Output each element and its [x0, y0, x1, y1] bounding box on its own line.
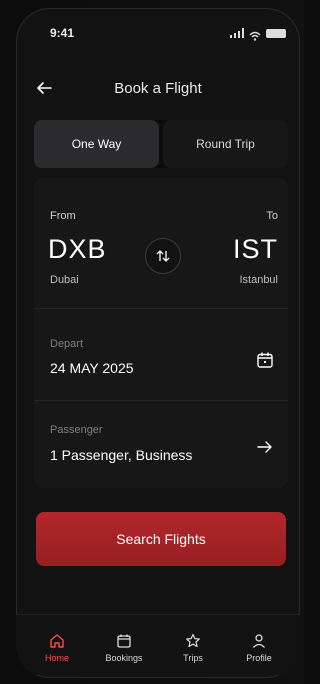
nav-trips-label: Trips	[183, 653, 203, 663]
user-icon	[251, 633, 267, 649]
trip-type-segmented-control: One Way Round Trip	[34, 120, 288, 168]
home-icon	[49, 633, 65, 649]
calendar-icon	[257, 352, 273, 368]
passenger-select-button[interactable]	[256, 438, 274, 456]
battery-icon	[266, 28, 286, 38]
signal-icon	[230, 28, 244, 38]
arrow-right-icon	[257, 441, 272, 453]
status-icons	[230, 28, 286, 41]
nav-trips[interactable]: Trips	[158, 633, 228, 663]
bottom-navigation: Home Bookings Trips Profile	[16, 614, 300, 675]
depart-label: Depart	[50, 338, 84, 350]
from-airport-code[interactable]: DXB	[48, 234, 107, 265]
depart-date[interactable]: 24 MAY 2025	[50, 360, 134, 376]
to-airport-code[interactable]: IST	[233, 234, 278, 265]
page-title: Book a Flight	[114, 80, 202, 97]
passenger-label: Passenger	[50, 424, 103, 436]
status-time: 9:41	[50, 26, 75, 40]
to-city: Istanbul	[239, 274, 278, 286]
wifi-icon	[249, 28, 261, 41]
to-label: To	[266, 210, 278, 222]
star-icon	[185, 633, 201, 649]
status-bar: 9:41	[16, 8, 300, 52]
calendar-button[interactable]	[256, 351, 274, 369]
from-label: From	[50, 210, 76, 222]
nav-bookings[interactable]: Bookings	[89, 633, 159, 663]
swap-icon	[156, 250, 170, 262]
booking-card: From To DXB IST Dubai Istanbul Depart 24…	[34, 178, 288, 488]
swap-airports-button[interactable]	[145, 238, 181, 274]
divider	[34, 308, 288, 309]
nav-profile[interactable]: Profile	[224, 633, 294, 663]
nav-home[interactable]: Home	[22, 633, 92, 663]
from-city: Dubai	[50, 274, 79, 286]
nav-bookings-label: Bookings	[105, 653, 143, 663]
passenger-value[interactable]: 1 Passenger, Business	[50, 447, 192, 463]
round-trip-tab[interactable]: Round Trip	[163, 120, 288, 168]
search-flights-button[interactable]: Search Flights	[36, 512, 286, 566]
app-header: Book a Flight	[16, 70, 300, 110]
nav-profile-label: Profile	[246, 653, 272, 663]
nav-home-label: Home	[44, 653, 69, 663]
device-background: 9:41 Book a Flight One Way Round Trip Fr…	[0, 0, 304, 684]
one-way-tab[interactable]: One Way	[34, 120, 159, 168]
divider	[34, 400, 288, 401]
phone-screen: 9:41 Book a Flight One Way Round Trip Fr…	[16, 8, 300, 678]
calendar-icon	[116, 633, 132, 649]
